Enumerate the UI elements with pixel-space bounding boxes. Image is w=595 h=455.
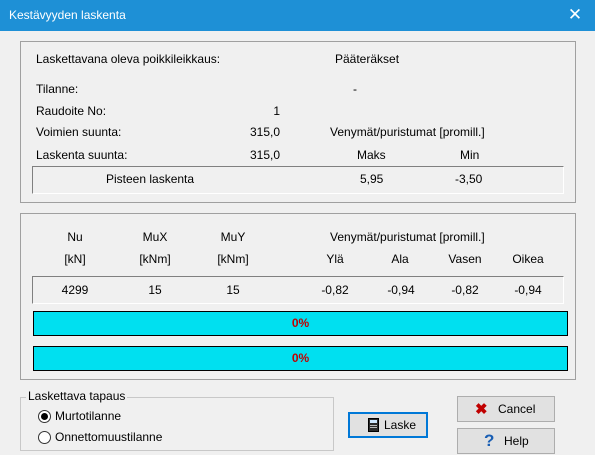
tilanne-value: - (353, 82, 357, 96)
oikea-value: -0,94 (514, 283, 542, 297)
ala-value: -0,94 (387, 283, 415, 297)
nu-unit: [kN] (64, 252, 86, 266)
maks-label: Maks (357, 148, 386, 162)
section-label: Laskettavana oleva poikkileikkaus: (36, 52, 221, 66)
help-label: Help (504, 434, 529, 448)
muy-header: MuY (220, 230, 246, 244)
cancel-label: Cancel (498, 402, 536, 416)
strain-header-bottom: Venymät/puristumat [promill.] (330, 230, 485, 244)
muy-unit: [kNm] (217, 252, 249, 266)
min-label: Min (460, 148, 480, 162)
tilanne-label: Tilanne: (36, 82, 79, 96)
case-group-label: Laskettava tapaus (26, 389, 128, 403)
radio-selected-dot (41, 413, 48, 420)
voimien-value: 315,0 (249, 125, 280, 139)
muy-value: 15 (226, 283, 240, 297)
point-min-value: -3,50 (455, 172, 483, 186)
raudoite-label: Raudoite No: (36, 104, 107, 118)
close-icon: ✕ (567, 5, 583, 24)
mux-value: 15 (148, 283, 162, 297)
laskenta-value: 315,0 (249, 148, 280, 162)
mux-unit: [kNm] (139, 252, 171, 266)
nu-value: 4299 (61, 283, 89, 297)
vasen-header: Vasen (448, 252, 482, 266)
close-button[interactable]: ✕ (555, 0, 595, 31)
progress-bar-2-label: 0% (291, 351, 310, 365)
voimien-label: Voimien suunta: (36, 125, 122, 139)
radio-murtotilanne-label: Murtotilanne (55, 409, 122, 423)
ala-header: Ala (391, 252, 409, 266)
raudoite-value: 1 (273, 104, 280, 118)
yla-value: -0,82 (321, 283, 349, 297)
radio-onnettomuustilanne-circle[interactable] (38, 431, 51, 444)
laske-label: Laske (384, 418, 417, 432)
progress-bar-1: 0% (33, 311, 568, 336)
strain-header-top: Venymät/puristumat [promill.] (330, 125, 485, 139)
calculator-icon (368, 418, 379, 432)
oikea-header: Oikea (512, 252, 544, 266)
title-bar: Kestävyyden laskenta ✕ (0, 0, 595, 31)
window-title: Kestävyyden laskenta (9, 8, 126, 22)
yla-header: Ylä (326, 252, 344, 266)
radio-murtotilanne[interactable]: Murtotilanne (38, 409, 198, 425)
laske-button[interactable]: Laske (348, 412, 428, 438)
dialog-window: Kestävyyden laskenta ✕ Laskettavana olev… (0, 0, 595, 455)
progress-bar-1-label: 0% (291, 316, 310, 330)
help-button[interactable]: ? Help (457, 428, 555, 454)
section-value: Pääteräkset (335, 52, 400, 66)
radio-onnettomuustilanne-label: Onnettomuustilanne (55, 430, 163, 444)
red-x-icon: ✖ (475, 401, 488, 418)
radio-murtotilanne-circle[interactable] (38, 410, 51, 423)
point-calc-label: Pisteen laskenta (106, 172, 195, 186)
vasen-value: -0,82 (451, 283, 479, 297)
laskenta-label: Laskenta suunta: (36, 148, 128, 162)
cancel-button[interactable]: ✖ Cancel (457, 396, 555, 422)
point-maks-value: 5,95 (360, 172, 384, 186)
question-mark-icon: ? (484, 431, 495, 450)
nu-header: Nu (67, 230, 83, 244)
progress-bar-2: 0% (33, 346, 568, 371)
mux-header: MuX (142, 230, 168, 244)
radio-onnettomuustilanne[interactable]: Onnettomuustilanne (38, 430, 218, 446)
